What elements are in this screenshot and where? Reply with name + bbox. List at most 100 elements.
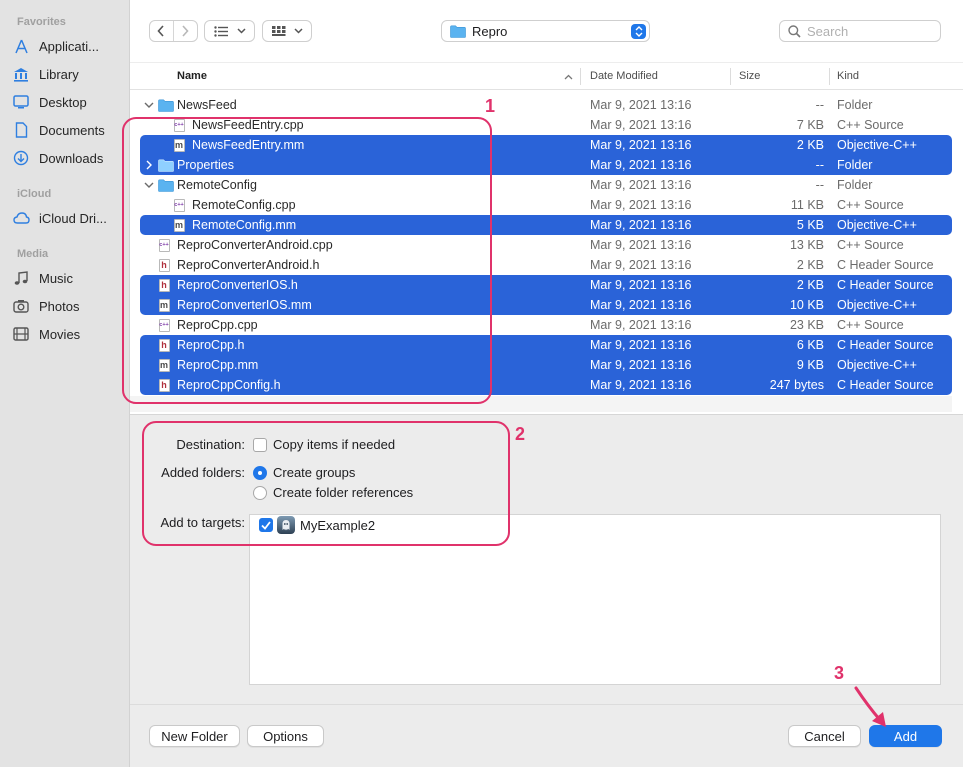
header-file-icon: h bbox=[157, 338, 171, 352]
file-kind: C Header Source bbox=[837, 338, 934, 352]
column-name[interactable]: Name bbox=[177, 70, 207, 82]
disclosure-open-icon[interactable] bbox=[143, 179, 155, 191]
sidebar-item-music[interactable]: Music bbox=[10, 266, 128, 290]
location-popup[interactable]: Repro bbox=[441, 20, 650, 42]
file-name: NewsFeedEntry.mm bbox=[192, 138, 305, 152]
folder-icon bbox=[157, 98, 174, 112]
options-button[interactable]: Options bbox=[247, 725, 324, 747]
sort-ascending-icon bbox=[564, 74, 573, 80]
folder-row[interactable]: RemoteConfig Mar 9, 2021 13:16 -- Folder bbox=[140, 175, 952, 195]
header-file-icon: h bbox=[157, 258, 171, 272]
sidebar-item-downloads[interactable]: Downloads bbox=[10, 146, 128, 170]
sidebar-item-library[interactable]: Library bbox=[10, 62, 128, 86]
file-size: 9 KB bbox=[796, 358, 824, 372]
file-name: ReproCppConfig.h bbox=[177, 378, 281, 392]
copy-items-checkbox[interactable] bbox=[253, 438, 267, 452]
file-date: Mar 9, 2021 13:16 bbox=[590, 178, 692, 192]
disclosure-closed-icon[interactable] bbox=[143, 159, 155, 171]
file-row[interactable]: m ReproCpp.mm Mar 9, 2021 13:16 9 KB Objecti… bbox=[140, 355, 952, 375]
file-date: Mar 9, 2021 13:16 bbox=[590, 158, 692, 172]
file-name: Properties bbox=[177, 158, 234, 172]
folder-row[interactable]: NewsFeed Mar 9, 2021 13:16 -- Folder bbox=[140, 95, 952, 115]
downloads-icon bbox=[10, 150, 32, 166]
cloud-icon bbox=[10, 212, 32, 224]
file-list: NewsFeed Mar 9, 2021 13:16 -- Folder c++ News… bbox=[140, 95, 952, 415]
sidebar-item-applicati[interactable]: Applicati... bbox=[10, 34, 128, 58]
forward-button[interactable] bbox=[174, 21, 197, 41]
app-target-icon bbox=[277, 516, 295, 534]
create-folder-references-radio[interactable] bbox=[253, 486, 267, 500]
group-view-button[interactable] bbox=[262, 20, 312, 42]
file-row[interactable]: m NewsFeedEntry.mm Mar 9, 2021 13:16 2 KB Ob… bbox=[140, 135, 952, 155]
folder-icon bbox=[450, 25, 466, 38]
column-size[interactable]: Size bbox=[739, 70, 760, 82]
file-size: 11 KB bbox=[790, 198, 824, 212]
objc-file-icon: m bbox=[158, 298, 170, 312]
file-row[interactable]: m ReproConverterIOS.mm Mar 9, 2021 13:16 10… bbox=[140, 295, 952, 315]
file-date: Mar 9, 2021 13:16 bbox=[590, 298, 692, 312]
file-size: 2 KB bbox=[796, 258, 824, 272]
cpp-file-icon: c++ bbox=[172, 118, 186, 132]
sidebar-item-documents[interactable]: Documents bbox=[10, 118, 128, 142]
destination-label: Destination: bbox=[176, 437, 245, 452]
target-name[interactable]: MyExample2 bbox=[300, 518, 375, 533]
folder-row[interactable]: Properties Mar 9, 2021 13:16 -- Folder bbox=[140, 155, 952, 175]
horizontal-scrollbar[interactable] bbox=[130, 396, 952, 412]
file-row[interactable]: c++ RemoteConfig.cpp Mar 9, 2021 13:16 11 K… bbox=[140, 195, 952, 215]
file-date: Mar 9, 2021 13:16 bbox=[590, 318, 692, 332]
list-view-button[interactable] bbox=[204, 20, 255, 42]
file-row[interactable]: c++ ReproCpp.cpp Mar 9, 2021 13:16 23 KB C++… bbox=[140, 315, 952, 335]
file-name: ReproConverterIOS.h bbox=[177, 278, 298, 292]
objc-file-icon: m bbox=[173, 218, 185, 232]
file-row[interactable]: h ReproConverterAndroid.h Mar 9, 2021 13:1… bbox=[140, 255, 952, 275]
sidebar-item-icloud-dri[interactable]: iCloud Dri... bbox=[10, 206, 128, 230]
file-kind: C++ Source bbox=[837, 118, 904, 132]
sidebar-item-movies[interactable]: Movies bbox=[10, 322, 128, 346]
file-kind: Objective-C++ bbox=[837, 138, 917, 152]
sidebar-item-label: Applicati... bbox=[39, 38, 99, 54]
file-kind: C Header Source bbox=[837, 378, 934, 392]
file-row[interactable]: c++ NewsFeedEntry.cpp Mar 9, 2021 13:16 7 K… bbox=[140, 115, 952, 135]
cpp-file-icon: c++ bbox=[157, 238, 171, 252]
file-row[interactable]: h ReproCppConfig.h Mar 9, 2021 13:16 247 by… bbox=[140, 375, 952, 395]
music-icon bbox=[10, 270, 32, 286]
sidebar-item-photos[interactable]: Photos bbox=[10, 294, 128, 318]
targets-list: MyExample2 bbox=[249, 514, 941, 685]
file-date: Mar 9, 2021 13:16 bbox=[590, 358, 692, 372]
sidebar-item-label: Downloads bbox=[39, 150, 104, 166]
file-row[interactable]: m RemoteConfig.mm Mar 9, 2021 13:16 5 KB Obj… bbox=[140, 215, 952, 235]
column-date-modified[interactable]: Date Modified bbox=[590, 70, 658, 82]
sidebar-item-desktop[interactable]: Desktop bbox=[10, 90, 128, 114]
chevron-left-icon bbox=[157, 25, 164, 37]
sidebar-item-label: Documents bbox=[39, 122, 105, 138]
sidebar-section-favorites: Favorites bbox=[17, 16, 66, 28]
copy-items-label[interactable]: Copy items if needed bbox=[273, 437, 395, 452]
file-row[interactable]: h ReproConverterIOS.h Mar 9, 2021 13:16 2 K… bbox=[140, 275, 952, 295]
column-kind[interactable]: Kind bbox=[837, 70, 859, 82]
updown-stepper-icon bbox=[631, 24, 646, 39]
file-date: Mar 9, 2021 13:16 bbox=[590, 378, 692, 392]
file-name: ReproCpp.mm bbox=[177, 358, 259, 372]
list-view-icon bbox=[213, 25, 228, 37]
target-checkbox[interactable] bbox=[259, 518, 273, 532]
create-groups-label[interactable]: Create groups bbox=[273, 465, 355, 480]
file-size: 247 bytes bbox=[769, 378, 824, 392]
file-row[interactable]: h ReproCpp.h Mar 9, 2021 13:16 6 KB C Header… bbox=[140, 335, 952, 355]
back-button[interactable] bbox=[150, 21, 174, 41]
disclosure-open-icon[interactable] bbox=[143, 99, 155, 111]
location-label: Repro bbox=[472, 23, 508, 39]
film-icon bbox=[10, 327, 32, 341]
create-folder-references-label[interactable]: Create folder references bbox=[273, 485, 413, 500]
search-field[interactable] bbox=[779, 20, 941, 42]
search-icon bbox=[788, 24, 801, 38]
file-name: ReproConverterAndroid.cpp bbox=[177, 238, 333, 252]
file-kind: Folder bbox=[837, 158, 873, 172]
new-folder-button[interactable]: New Folder bbox=[149, 725, 240, 747]
create-groups-radio[interactable] bbox=[253, 466, 267, 480]
file-size: 10 KB bbox=[789, 298, 824, 312]
search-input[interactable] bbox=[807, 23, 927, 39]
file-browser: Repro Name Date Modified Size Kind NewsF… bbox=[130, 0, 963, 767]
file-row[interactable]: c++ ReproConverterAndroid.cpp Mar 9, 2021 … bbox=[140, 235, 952, 255]
file-size: 2 KB bbox=[796, 138, 824, 152]
file-name: ReproConverterAndroid.h bbox=[177, 258, 320, 272]
